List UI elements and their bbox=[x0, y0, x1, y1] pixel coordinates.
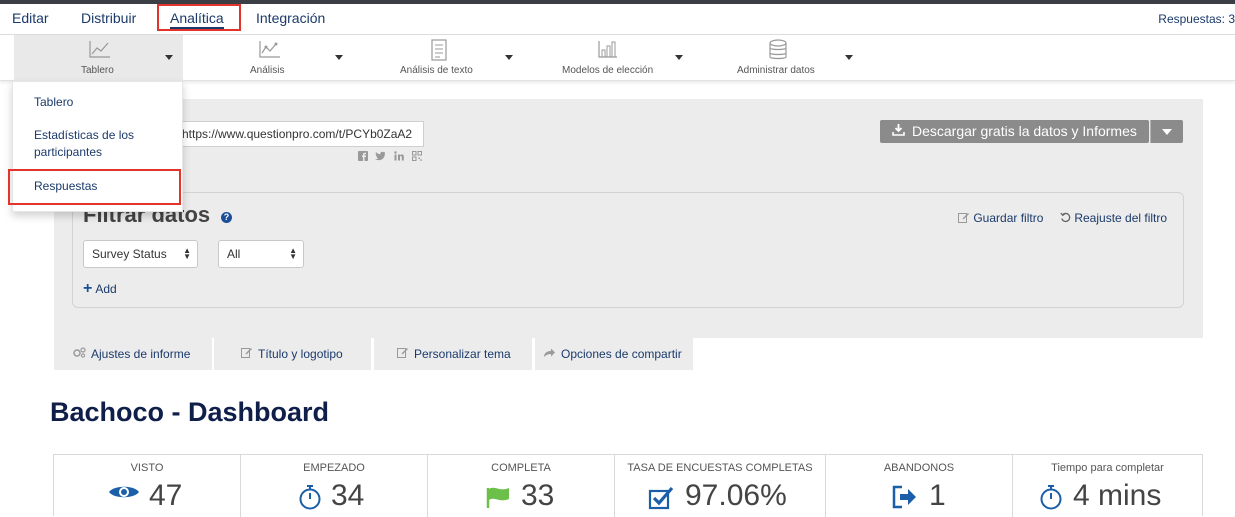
pencil-icon bbox=[397, 347, 409, 361]
stat-completa: COMPLETA 33 bbox=[428, 455, 615, 517]
database-icon bbox=[768, 39, 788, 66]
pencil-icon bbox=[958, 213, 969, 223]
subtab-label: Análisis de texto bbox=[400, 65, 473, 76]
add-filter-label: Add bbox=[95, 282, 117, 296]
qr-code-icon[interactable] bbox=[412, 151, 422, 164]
tab-ajustes-informe[interactable]: Ajustes de informe bbox=[54, 338, 212, 370]
tab-editar[interactable]: Editar bbox=[12, 10, 49, 26]
subtab-analisis[interactable]: Análisis bbox=[240, 35, 350, 81]
highlight-analitica bbox=[157, 4, 241, 31]
tab-opciones-compartir[interactable]: Opciones de compartir bbox=[535, 338, 693, 370]
tab-label: Opciones de compartir bbox=[561, 347, 682, 361]
facebook-icon[interactable] bbox=[358, 151, 368, 164]
chevron-down-icon[interactable] bbox=[165, 55, 173, 60]
text-document-icon bbox=[430, 39, 448, 66]
chevron-down-icon[interactable] bbox=[335, 55, 343, 60]
subtab-label: Análisis bbox=[250, 65, 285, 76]
stat-tasa-completas: TASA DE ENCUESTAS COMPLETAS 97.06% bbox=[615, 455, 826, 517]
stat-label: VISTO bbox=[130, 462, 164, 474]
stopwatch-icon bbox=[1039, 484, 1063, 515]
stat-label: EMPEZADO bbox=[303, 462, 365, 474]
stat-value: 47 bbox=[149, 479, 183, 512]
subtab-label: Tablero bbox=[81, 65, 114, 76]
share-url-field[interactable]: https://www.questionpro.com/t/PCYb0ZaA2 bbox=[173, 121, 424, 147]
add-filter-link[interactable]: + Add bbox=[83, 280, 117, 298]
stat-value: 1 bbox=[929, 479, 946, 512]
subtab-modelos-eleccion[interactable]: Modelos de elección bbox=[560, 35, 690, 81]
dashboard-title: Bachoco - Dashboard bbox=[50, 397, 330, 427]
download-icon bbox=[892, 123, 905, 139]
select-arrows-icon: ▲ ▼ bbox=[183, 246, 191, 261]
download-options-button[interactable] bbox=[1150, 120, 1183, 143]
stat-label: TASA DE ENCUESTAS COMPLETAS bbox=[627, 462, 813, 474]
tab-personalizar-tema[interactable]: Personalizar tema bbox=[374, 338, 532, 370]
linkedin-icon[interactable] bbox=[394, 151, 404, 164]
eye-icon bbox=[108, 483, 140, 506]
stat-value: 97.06% bbox=[685, 479, 787, 512]
reset-filter-label: Reajuste del filtro bbox=[1074, 211, 1168, 225]
download-button[interactable]: Descargar gratis la datos y Informes bbox=[880, 120, 1149, 143]
flag-icon bbox=[485, 484, 511, 515]
download-label: Descargar gratis la datos y Informes bbox=[912, 123, 1137, 139]
stat-visto: VISTO 47 bbox=[54, 455, 241, 517]
subtab-tablero[interactable]: Tablero bbox=[14, 35, 183, 81]
stats-row: VISTO 47 EMPEZADO 34 COMPLETA 33 TASA DE… bbox=[53, 454, 1203, 517]
stat-value: 33 bbox=[521, 479, 555, 512]
tab-label: Ajustes de informe bbox=[91, 347, 191, 361]
stat-tiempo-completar: Tiempo para completar 4 mins bbox=[1013, 455, 1202, 517]
reset-icon bbox=[1060, 212, 1071, 223]
help-icon[interactable]: ? bbox=[221, 212, 232, 223]
checkbox-icon bbox=[648, 484, 674, 515]
tab-label: Título y logotipo bbox=[258, 347, 343, 361]
tab-titulo-logotipo[interactable]: Título y logotipo bbox=[214, 338, 371, 370]
filter-field-value: Survey Status bbox=[92, 247, 167, 261]
chevron-down-icon bbox=[1162, 129, 1172, 135]
gears-icon bbox=[73, 347, 86, 361]
stat-label: Tiempo para completar bbox=[1051, 462, 1164, 474]
stat-empezado: EMPEZADO 34 bbox=[241, 455, 428, 517]
stopwatch-icon bbox=[298, 484, 322, 515]
filter-field-select[interactable]: Survey Status ▲ ▼ bbox=[83, 240, 198, 268]
subtab-label: Modelos de elección bbox=[562, 65, 654, 76]
filter-value-value: All bbox=[227, 247, 241, 261]
line-chart-icon bbox=[88, 39, 112, 64]
chevron-down-icon[interactable] bbox=[845, 55, 853, 60]
dropdown-item-tablero[interactable]: Tablero bbox=[34, 94, 73, 111]
stat-label: ABANDONOS bbox=[883, 462, 955, 474]
responses-count: Respuestas: 3 bbox=[1158, 12, 1235, 26]
sub-nav: Tablero Análisis Análisis de texto Model… bbox=[0, 35, 1235, 81]
dropdown-item-estadisticas[interactable]: Estadísticas de los participantes bbox=[34, 127, 154, 161]
stat-value: 4 mins bbox=[1073, 479, 1162, 512]
highlight-respuestas bbox=[8, 169, 181, 205]
subtab-administrar-datos[interactable]: Administrar datos bbox=[735, 35, 860, 81]
subtab-label: Administrar datos bbox=[737, 65, 815, 76]
save-filter-label: Guardar filtro bbox=[973, 211, 1044, 225]
stat-label: COMPLETA bbox=[491, 462, 551, 474]
stat-value: 34 bbox=[331, 479, 365, 512]
twitter-icon[interactable] bbox=[375, 151, 386, 164]
tab-integracion[interactable]: Integración bbox=[256, 10, 325, 26]
filter-value-select[interactable]: All ▲ ▼ bbox=[218, 240, 304, 268]
exit-icon bbox=[892, 485, 918, 514]
share-arrow-icon bbox=[543, 347, 556, 361]
stat-abandonos: ABANDONOS 1 bbox=[826, 455, 1013, 517]
pencil-icon bbox=[241, 347, 253, 361]
tab-label: Personalizar tema bbox=[414, 347, 511, 361]
reset-filter-link[interactable]: Reajuste del filtro bbox=[1060, 211, 1167, 225]
plus-icon: + bbox=[83, 280, 93, 297]
analysis-chart-icon bbox=[258, 39, 282, 64]
select-arrows-icon: ▲ ▼ bbox=[289, 246, 297, 261]
chevron-down-icon[interactable] bbox=[505, 55, 513, 60]
save-filter-link[interactable]: Guardar filtro bbox=[958, 211, 1043, 225]
tab-distribuir[interactable]: Distribuir bbox=[81, 10, 136, 26]
subtab-analisis-texto[interactable]: Análisis de texto bbox=[395, 35, 520, 81]
bar-chart-icon bbox=[597, 39, 619, 64]
chevron-down-icon[interactable] bbox=[675, 55, 683, 60]
